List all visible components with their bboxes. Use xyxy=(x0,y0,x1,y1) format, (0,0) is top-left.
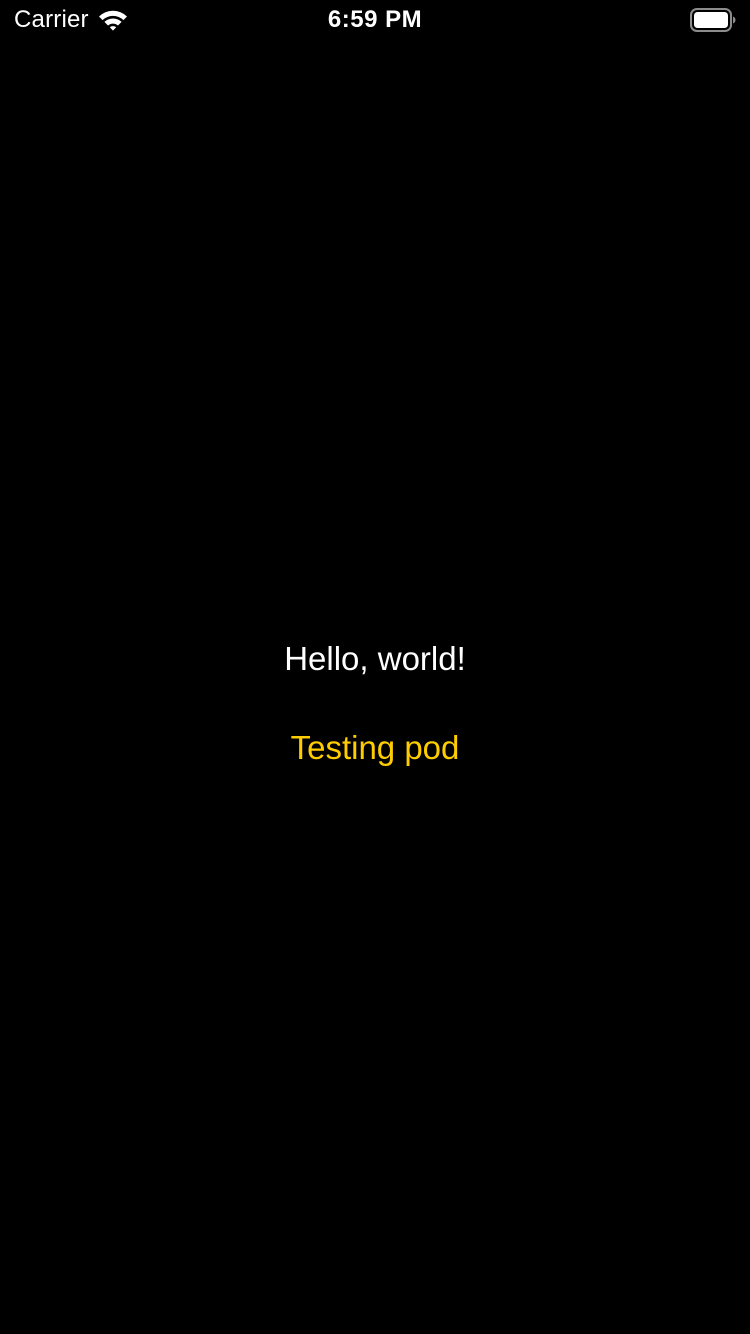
greeting-text: Hello, world! xyxy=(284,640,466,677)
app-screen: Carrier 6:59 PM Hello, world! Testing po… xyxy=(0,0,750,1334)
main-content: Hello, world! Testing pod xyxy=(0,0,750,1334)
testing-pod-label: Testing pod xyxy=(290,729,460,766)
